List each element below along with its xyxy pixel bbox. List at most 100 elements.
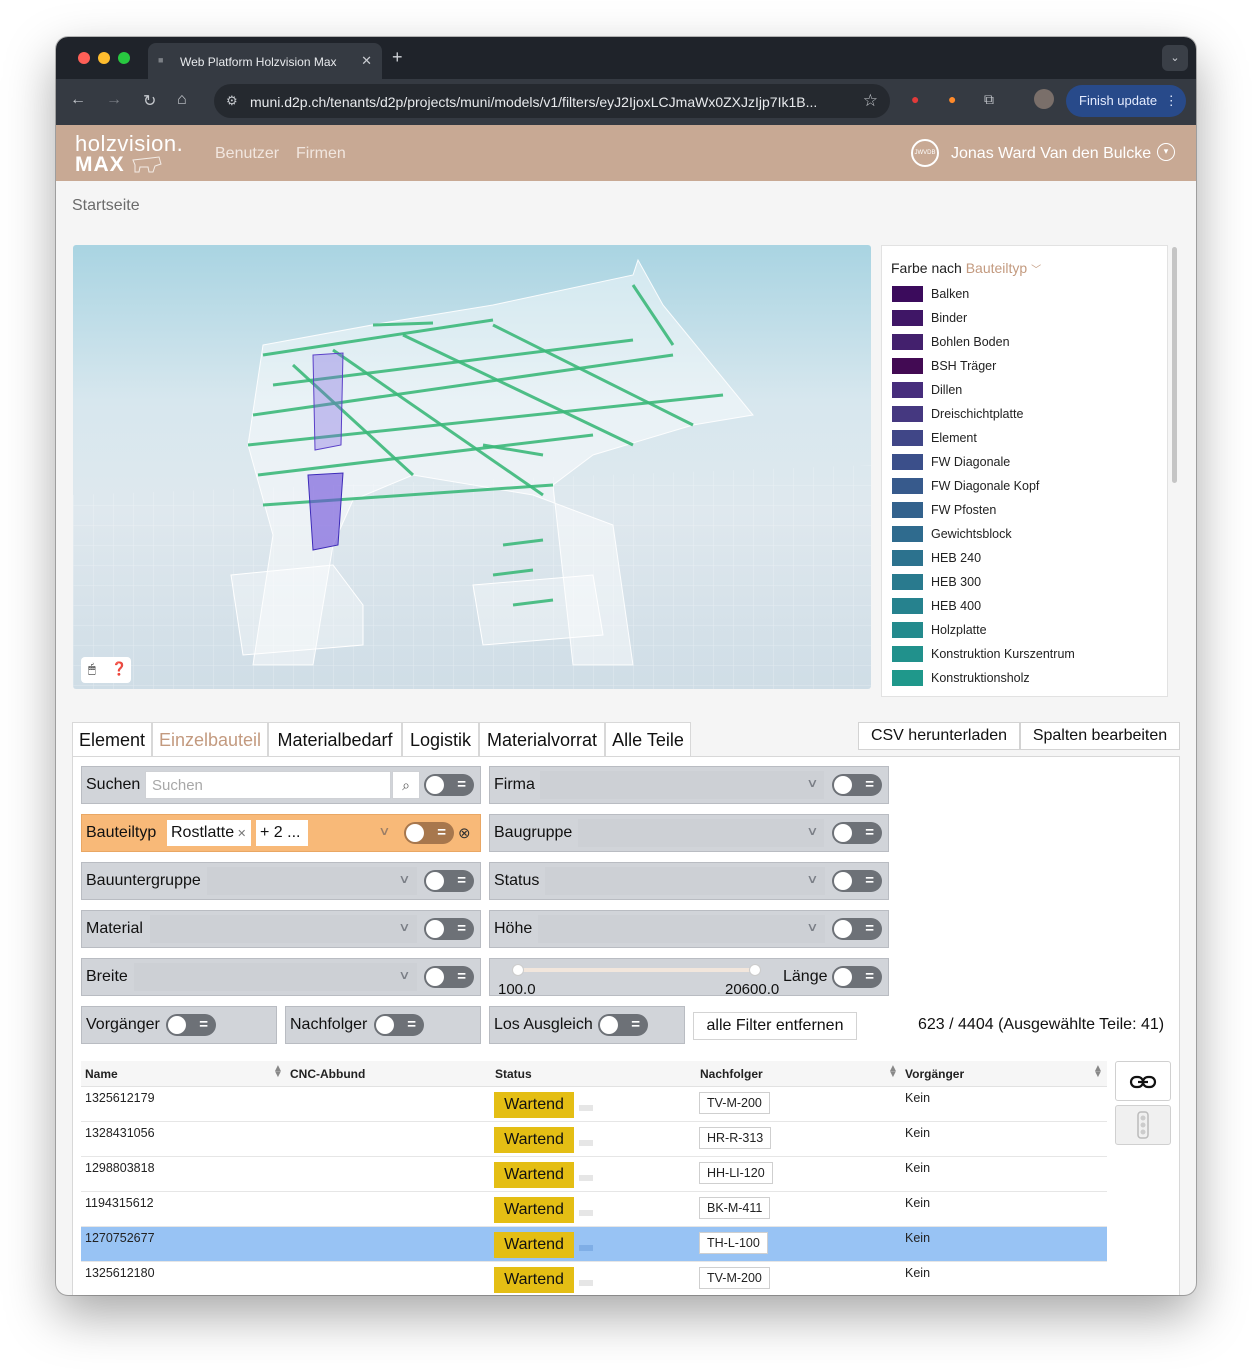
url-text[interactable]: muni.d2p.ch/tenants/d2p/projects/muni/mo… [250, 94, 850, 110]
address-bar[interactable]: ⚙ muni.d2p.ch/tenants/d2p/projects/muni/… [214, 84, 890, 118]
filter-toggle[interactable]: = [832, 918, 882, 940]
extensions-puzzle-icon[interactable]: ⧉ [984, 91, 994, 108]
filter-toggle[interactable]: = [598, 1014, 648, 1036]
reload-icon[interactable]: ↻ [143, 91, 156, 111]
breite-select[interactable] [134, 963, 417, 991]
laenge-range-slider[interactable] [514, 968, 754, 972]
search-input[interactable]: Suchen [145, 771, 391, 799]
filter-toggle[interactable]: = [832, 870, 882, 892]
column-header-nachfolger[interactable]: Nachfolger [700, 1067, 763, 1081]
filter-toggle[interactable]: = [832, 774, 882, 796]
legend-scrollbar[interactable] [1172, 247, 1177, 483]
maximize-window-button[interactable] [118, 52, 130, 64]
bauuntergruppe-select[interactable] [207, 867, 417, 895]
user-menu-chevron-icon[interactable]: ▾ [1157, 143, 1175, 161]
sort-icon[interactable]: ▲ ▼ [273, 1064, 283, 1080]
nachfolger-tag[interactable]: HR-R-313 [699, 1127, 772, 1149]
filter-toggle[interactable]: = [832, 966, 882, 988]
filter-toggle[interactable]: = [424, 774, 474, 796]
nachfolger-tag[interactable]: HH-LI-120 [699, 1162, 773, 1184]
bauteiltyp-chip[interactable]: Rostlatte ✕ [167, 820, 251, 846]
new-tab-icon[interactable]: + [392, 47, 403, 68]
laenge-min-handle[interactable] [512, 964, 524, 976]
breadcrumb[interactable]: Startseite [72, 197, 140, 215]
edit-columns-button[interactable]: Spalten bearbeiten [1020, 722, 1180, 750]
browser-tab[interactable]: ■ Web Platform Holzvision Max ✕ [148, 43, 382, 79]
nachfolger-tag[interactable]: TH-L-100 [699, 1232, 768, 1254]
nav-firmen[interactable]: Firmen [296, 145, 346, 163]
tab-einzelbauteil[interactable]: Einzelbauteil [152, 722, 268, 757]
hoehe-select[interactable] [538, 915, 825, 943]
sort-icon[interactable]: ▲ ▼ [888, 1064, 898, 1080]
link-button[interactable] [1115, 1061, 1171, 1101]
extension-red-icon[interactable]: ● [911, 91, 919, 107]
column-header-name[interactable]: Name [85, 1067, 118, 1081]
site-info-icon[interactable]: ⚙ [226, 93, 238, 109]
chevron-down-icon[interactable]: ∨ [398, 968, 410, 982]
clear-filter-icon[interactable]: ⊗ [458, 824, 471, 842]
status-select[interactable] [545, 867, 825, 895]
filter-toggle[interactable]: = [424, 918, 474, 940]
chevron-down-icon[interactable]: ∨ [398, 920, 410, 934]
nachfolger-tag[interactable]: TV-M-200 [699, 1267, 770, 1289]
traffic-light-button[interactable] [1115, 1105, 1171, 1145]
table-row[interactable]: 1194315612 Wartend BK-M-411 Kein [81, 1192, 1107, 1227]
tab-materialbedarf[interactable]: Materialbedarf [268, 722, 402, 757]
filter-toggle[interactable]: = [374, 1014, 424, 1036]
user-name[interactable]: Jonas Ward Van den Bulcke [951, 145, 1151, 163]
chevron-down-icon[interactable]: ∨ [806, 920, 818, 934]
forward-icon[interactable]: → [106, 91, 122, 109]
model-3d-canvas[interactable] [73, 245, 871, 689]
tab-alle-teile[interactable]: Alle Teile [605, 722, 691, 757]
filter-toggle[interactable]: = [404, 822, 454, 844]
clear-all-filters-button[interactable]: alle Filter entfernen [693, 1012, 857, 1040]
filter-toggle[interactable]: = [424, 966, 474, 988]
tab-logistik[interactable]: Logistik [402, 722, 479, 757]
home-icon[interactable]: ⌂ [177, 91, 187, 109]
close-window-button[interactable] [78, 52, 90, 64]
column-header-vorgaenger[interactable]: Vorgänger [905, 1067, 964, 1081]
finish-update-button[interactable]: Finish update ⋮ [1066, 85, 1186, 117]
filter-toggle[interactable]: = [832, 822, 882, 844]
search-icon[interactable]: ⌕ [392, 771, 420, 799]
close-tab-icon[interactable]: ✕ [361, 53, 372, 69]
table-row[interactable]: 1298803818 Wartend HH-LI-120 Kein [81, 1157, 1107, 1192]
table-row[interactable]: 1325612179 Wartend TV-M-200 Kein [81, 1087, 1107, 1122]
bookmark-star-icon[interactable]: ☆ [863, 91, 878, 111]
material-select[interactable] [150, 915, 417, 943]
table-row[interactable]: 1328431056 Wartend HR-R-313 Kein [81, 1122, 1107, 1157]
legend-field-select[interactable]: Bauteiltyp [966, 260, 1027, 276]
csv-download-button[interactable]: CSV herunterladen [858, 722, 1020, 750]
nachfolger-tag[interactable]: BK-M-411 [699, 1197, 771, 1219]
nav-benutzer[interactable]: Benutzer [215, 145, 279, 163]
table-row[interactable]: 1270752677 Wartend TH-L-100 Kein [81, 1227, 1107, 1262]
help-icon[interactable]: ❓ [111, 661, 127, 677]
column-header-cnc-abbund[interactable]: CNC-Abbund [290, 1067, 365, 1081]
back-icon[interactable]: ← [70, 91, 86, 109]
table-row[interactable]: 1325612180 Wartend TV-M-200 Kein [81, 1262, 1107, 1295]
column-header-status[interactable]: Status [495, 1067, 532, 1081]
filter-toggle[interactable]: = [424, 870, 474, 892]
bauteiltyp-more-chip[interactable]: + 2 ... [256, 820, 308, 846]
chevron-down-icon[interactable]: ∨ [806, 824, 818, 838]
laenge-max-handle[interactable] [749, 964, 761, 976]
extension-orange-icon[interactable]: ● [948, 91, 956, 107]
filter-toggle[interactable]: = [166, 1014, 216, 1036]
logo-wordmark-bottom[interactable]: MAX [75, 153, 125, 177]
baugruppe-select[interactable] [578, 819, 824, 847]
chevron-down-icon[interactable]: ∨ [398, 872, 410, 886]
tab-element[interactable]: Element [72, 722, 152, 757]
tab-materialvorrat[interactable]: Materialvorrat [479, 722, 605, 757]
sort-icon[interactable]: ▲ ▼ [1093, 1064, 1103, 1080]
minimize-window-button[interactable] [98, 52, 110, 64]
legend-header[interactable]: Farbe nach Bauteiltyp ﹀ [891, 260, 1041, 276]
tab-search-icon[interactable]: ⌄ [1162, 45, 1188, 71]
user-avatar[interactable]: JWVDB [911, 139, 939, 167]
chevron-down-icon[interactable]: ∨ [806, 776, 818, 790]
nachfolger-tag[interactable]: TV-M-200 [699, 1092, 770, 1114]
firma-select[interactable] [540, 771, 824, 799]
remove-chip-icon[interactable]: ✕ [237, 828, 246, 840]
model-3d-viewer[interactable]: 🖱 ❓ [73, 245, 871, 689]
chevron-down-icon[interactable]: ∨ [378, 824, 390, 838]
chevron-down-icon[interactable]: ﹀ [1031, 265, 1041, 276]
